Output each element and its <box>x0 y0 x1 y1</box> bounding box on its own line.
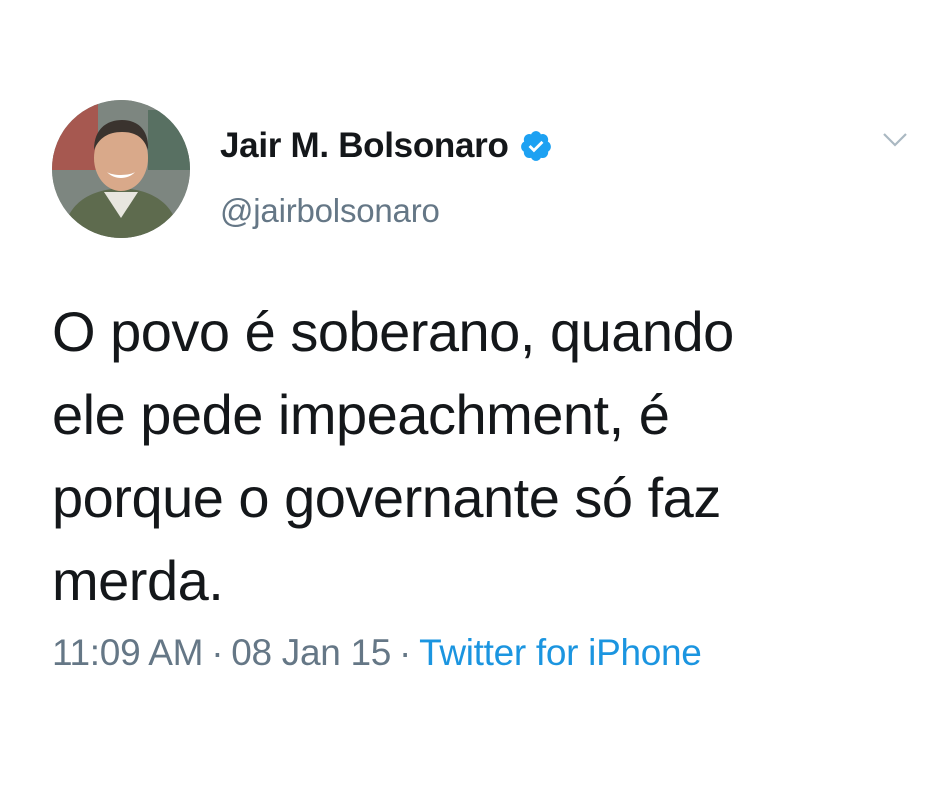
tweet-text-line: merda. <box>52 549 224 612</box>
profile-photo <box>52 100 190 238</box>
tweet-meta: 11:09 AM · 08 Jan 15 · Twitter for iPhone <box>52 632 702 674</box>
avatar[interactable] <box>52 100 190 238</box>
tweet-card: Jair M. Bolsonaro @jairbolsonaro O povo … <box>0 0 940 796</box>
display-name[interactable]: Jair M. Bolsonaro <box>220 126 509 166</box>
meta-separator: · <box>211 632 224 673</box>
tweet-time[interactable]: 11:09 AM <box>52 632 203 673</box>
chevron-down-icon[interactable] <box>878 128 912 152</box>
tweet-text-line: porque o governante só faz <box>52 466 721 529</box>
author-handle[interactable]: @jairbolsonaro <box>220 192 440 230</box>
tweet-source-link[interactable]: Twitter for iPhone <box>419 632 702 673</box>
author-name-row: Jair M. Bolsonaro <box>220 124 553 168</box>
tweet-text: O povo é soberano, quando ele pede impea… <box>52 290 912 622</box>
tweet-text-line: ele pede impeachment, é <box>52 383 670 446</box>
meta-separator: · <box>399 632 412 673</box>
tweet-text-line: O povo é soberano, quando <box>52 300 734 363</box>
tweet-date[interactable]: 08 Jan 15 <box>231 632 391 673</box>
verified-badge-icon <box>519 129 553 163</box>
